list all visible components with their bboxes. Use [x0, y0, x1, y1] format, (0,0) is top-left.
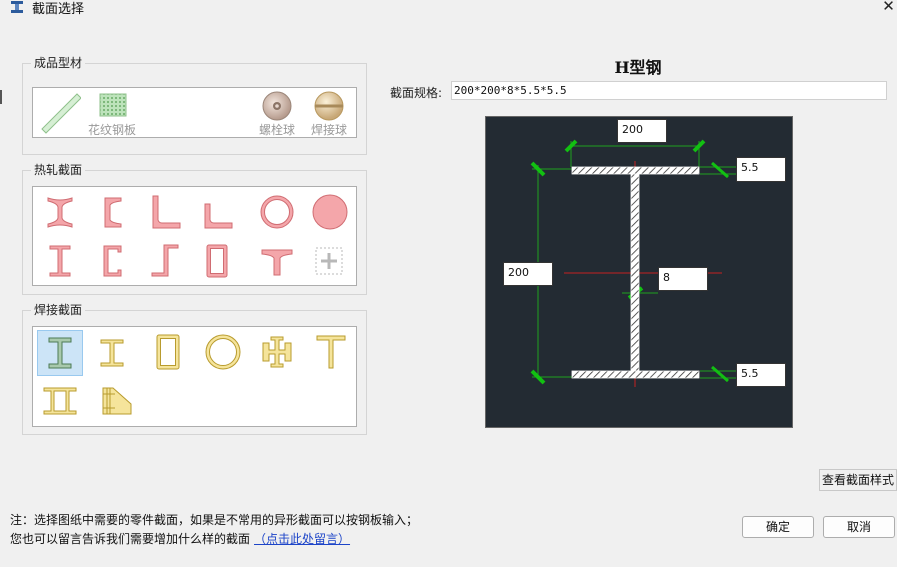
- group-title-finished: 成品型材: [31, 56, 86, 70]
- hot-unequal-angle-icon[interactable]: [195, 190, 239, 234]
- cold-i-icon[interactable]: [38, 240, 82, 284]
- title-bar: 截面选择 ✕: [0, 0, 897, 20]
- hot-pipe-icon[interactable]: [255, 190, 299, 234]
- hot-rolled-panel: [32, 186, 357, 286]
- welded-h-icon[interactable]: [37, 330, 83, 376]
- welded-group: 焊接截面: [22, 303, 367, 435]
- weld-ball-label: 焊接球: [310, 123, 347, 137]
- hot-i-beam-icon[interactable]: [38, 190, 82, 234]
- group-title-hot-rolled: 热轧截面: [31, 163, 86, 177]
- dim-top-flange-field[interactable]: 5.5: [736, 157, 786, 182]
- welded-i-icon[interactable]: [90, 330, 134, 374]
- bolt-ball-label: 螺栓球: [258, 123, 295, 137]
- z-section-icon[interactable]: [143, 240, 187, 284]
- cold-channel-icon[interactable]: [91, 240, 135, 284]
- t-section-icon[interactable]: [255, 240, 299, 284]
- close-button[interactable]: ✕: [880, 0, 897, 16]
- app-icon: [10, 0, 24, 14]
- weld-ball-icon[interactable]: 焊接球: [307, 88, 351, 137]
- finished-profiles-panel: 花纹钢板 螺栓球 焊接球: [32, 87, 357, 138]
- hot-channel-icon[interactable]: [91, 190, 135, 234]
- dim-height-field[interactable]: 200: [503, 262, 553, 286]
- welded-pipe-icon[interactable]: [201, 330, 245, 374]
- spec-label: 截面规格:: [390, 86, 443, 100]
- section-title: H型钢: [614, 58, 662, 77]
- spec-input[interactable]: [451, 81, 887, 100]
- finished-profiles-group: 成品型材 花纹钢板 螺栓球 焊接球: [22, 56, 367, 155]
- welded-tapered-icon[interactable]: [91, 380, 135, 424]
- welded-box-icon[interactable]: [145, 330, 189, 374]
- note-line-2: 您也可以留言告诉我们需要增加什么样的截面 （点击此处留言）: [10, 530, 350, 547]
- view-section-style-button[interactable]: 查看截面样式: [819, 469, 897, 491]
- welded-t-icon[interactable]: [309, 330, 353, 374]
- hot-rolled-group: 热轧截面: [22, 163, 367, 295]
- dim-bottom-flange-field[interactable]: 5.5: [736, 363, 786, 387]
- dim-web-field[interactable]: 8: [658, 267, 708, 291]
- add-custom-icon[interactable]: [308, 240, 352, 284]
- welded-panel: [32, 326, 357, 427]
- leave-message-link[interactable]: （点击此处留言）: [254, 532, 350, 546]
- window-edge-marker: [0, 90, 2, 104]
- checkered-plate-icon[interactable]: 花纹钢板: [88, 88, 136, 137]
- dim-width-field[interactable]: 200: [617, 119, 667, 143]
- hot-round-bar-icon[interactable]: [308, 190, 352, 234]
- rect-tube-icon[interactable]: [195, 240, 239, 284]
- group-title-welded: 焊接截面: [31, 303, 86, 317]
- note-line-1: 注：选择图纸中需要的零件截面，如果是不常用的异形截面可以按钢板输入；: [10, 513, 419, 527]
- window-title: 截面选择: [32, 2, 85, 17]
- welded-cross-icon[interactable]: [255, 330, 299, 374]
- checkered-plate-label: 花纹钢板: [87, 123, 136, 137]
- flat-bar-icon[interactable]: [37, 90, 81, 134]
- ok-button[interactable]: 确定: [742, 516, 814, 538]
- bolt-ball-icon[interactable]: 螺栓球: [255, 88, 299, 137]
- welded-double-h-icon[interactable]: [38, 380, 82, 424]
- section-preview: 200 200 8 5.5 5.5: [485, 116, 793, 428]
- hot-equal-angle-icon[interactable]: [143, 190, 187, 234]
- note-line-2-text: 您也可以留言告诉我们需要增加什么样的截面: [10, 532, 251, 546]
- cancel-button[interactable]: 取消: [823, 516, 895, 538]
